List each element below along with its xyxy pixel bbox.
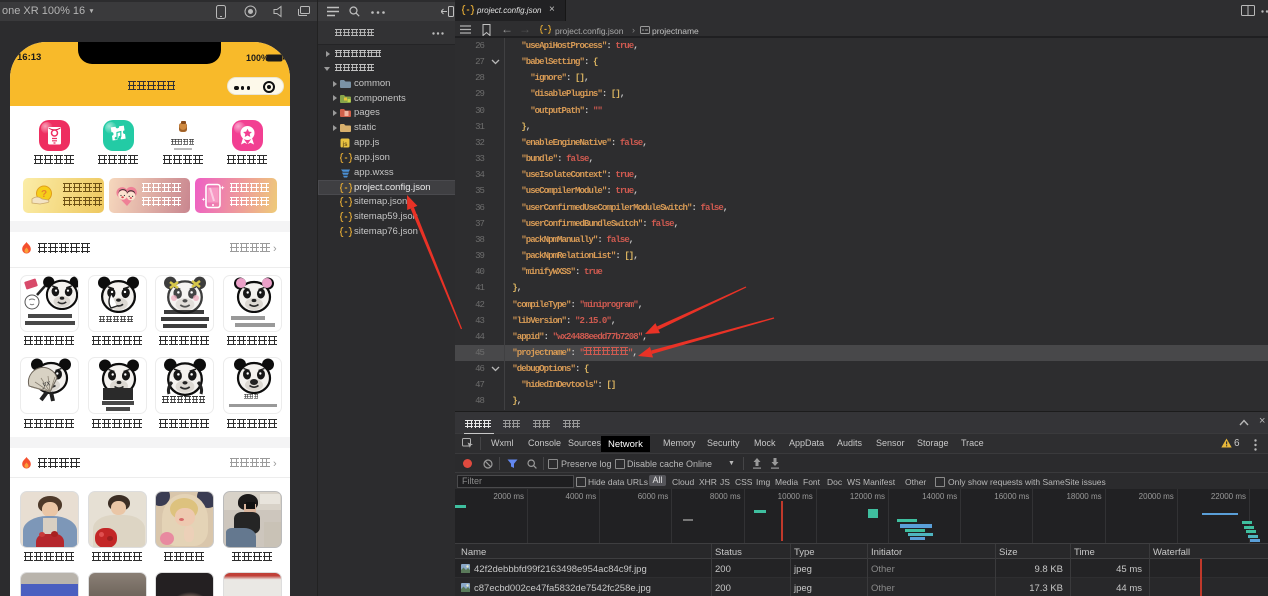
svg-text:?: ? <box>40 189 46 200</box>
svg-text:js: js <box>341 142 348 148</box>
